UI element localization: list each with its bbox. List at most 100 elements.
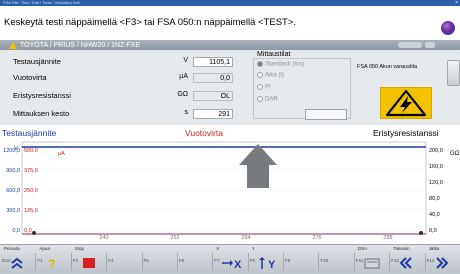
y-mid-tick-label: 375,0 <box>24 168 38 174</box>
toolbar-label: Peruuta <box>4 246 20 251</box>
cursor-y-icon: Y <box>258 257 280 271</box>
double-chevron-up-icon <box>10 257 24 271</box>
toolbar-button-double-chevron-right[interactable] <box>435 257 449 271</box>
toolbar-separator <box>141 253 143 271</box>
mode-radio-standard[interactable]: Standardi (Ins) <box>257 61 304 68</box>
chart-series-voltage-label: Testausjännite <box>2 128 57 138</box>
dsa-icon <box>364 258 380 271</box>
toolbar-key-label: F12 <box>391 258 399 263</box>
toolbar-key-label: F13 <box>426 258 435 263</box>
cursor-x-icon: X <box>222 259 244 271</box>
toolbar-button-help[interactable]: ? <box>45 257 61 271</box>
chart-y-right-ticks: 200,0 160,0 120,0 80,0 40,0 0,0 <box>429 148 443 234</box>
y-left-tick-label: 0,0 <box>12 228 20 234</box>
y-right-tick-label: 160,0 <box>429 164 443 170</box>
bosch-logo-icon <box>441 21 455 35</box>
toolbar-key-label: F10 <box>320 258 329 263</box>
toolbar-button-cursor-y[interactable]: Y <box>258 257 280 271</box>
help-icon: ? <box>45 257 61 271</box>
battery-status-label: FSA 050 Akun varaustila <box>357 64 417 70</box>
y-mid-tick-label: 500,0 <box>24 148 38 154</box>
toolbar-key-label: F6 <box>178 258 185 263</box>
toolbar-button-dsa[interactable] <box>364 257 380 271</box>
vehicle-bar-menu-icon[interactable] <box>425 42 435 48</box>
toolbar-label: Takaisin <box>393 246 410 251</box>
mode-radio-time[interactable]: Aika (t) <box>257 72 284 79</box>
toolbar-label: X <box>216 246 220 251</box>
toolbar-key-label: F11 <box>355 258 364 263</box>
x-tick-label: 264 <box>241 235 250 241</box>
y-left-tick-label: 300,0 <box>6 208 20 214</box>
high-voltage-warning-icon <box>380 87 432 119</box>
toolbar-label: DSA <box>357 246 368 251</box>
svg-text:Y: Y <box>268 259 276 269</box>
reading-value-resistance: OL <box>193 91 233 101</box>
x-tick-label: 276 <box>312 235 321 241</box>
chart-plot-frame <box>21 141 427 235</box>
radio-dot-icon <box>257 96 263 102</box>
stop-icon <box>81 258 97 271</box>
reading-value-voltage: 1105,1 <box>193 57 233 67</box>
double-chevron-right-icon <box>435 257 449 271</box>
x-tick-label: 240 <box>99 235 108 241</box>
toolbar-separator <box>283 253 285 271</box>
reading-label-voltage: Testausjännite <box>13 57 61 66</box>
toolbar-key-label: F7 <box>214 258 220 263</box>
y-right-tick-label: 80,0 <box>429 196 440 202</box>
instruction-text: Keskeytä testi näppäimellä <F3> tai FSA … <box>4 17 297 28</box>
toolbar-label: Y <box>251 246 255 251</box>
chart-series-leakage-label: Vuotovirta <box>185 128 223 138</box>
reading-unit-resistance: GΩ <box>177 91 188 98</box>
cursor-right-marker <box>419 231 423 235</box>
chart-unit-middle: µA <box>58 151 65 157</box>
reading-unit-leakage: µA <box>179 73 188 80</box>
toolbar-separator <box>106 253 108 271</box>
y-right-tick-label: 200,0 <box>429 148 443 154</box>
chart-x-ticks: 240 252 264 276 288 <box>99 235 392 241</box>
double-chevron-left-icon <box>399 257 413 271</box>
y-right-tick-label: 120,0 <box>429 180 443 186</box>
toolbar-button-stop[interactable] <box>81 257 97 271</box>
vehicle-info: TOYOTA / PRIUS / NHW20 / 1NZ-FXE <box>20 42 141 49</box>
mode-radio-pi[interactable]: PI <box>257 84 271 91</box>
y-mid-tick-label: 125,0 <box>24 208 38 214</box>
reading-unit-voltage: V <box>183 57 188 64</box>
toolbar-separator <box>353 253 355 271</box>
chart-y-left-ticks: 1200,0900,0600,0300,00,0 <box>3 148 20 234</box>
x-tick-label: 288 <box>383 235 392 241</box>
chart-unit-right: GΩ <box>450 151 460 157</box>
reading-label-duration: Mittauksen kesto <box>13 109 70 118</box>
warning-triangle-icon <box>9 42 17 49</box>
vehicle-bar-icon-group[interactable] <box>398 42 422 48</box>
reading-label-resistance: Eristysresistanssi <box>13 91 71 100</box>
toolbar-label: Apua <box>39 246 50 251</box>
reading-unit-duration: s <box>184 109 189 116</box>
battery-side-button[interactable] <box>447 60 460 86</box>
chart-area: 1200,0900,0600,0300,00,0 500,0375,0250,0… <box>3 141 460 241</box>
x-tick-label: 252 <box>170 235 179 241</box>
y-left-tick-label: 900,0 <box>6 168 20 174</box>
toolbar-button-double-chevron-left[interactable] <box>399 257 413 271</box>
toolbar-key-label: F1 <box>37 258 43 263</box>
y-right-tick-label: 40,0 <box>429 212 440 218</box>
toolbar-separator <box>424 253 426 271</box>
mode-radio-dar[interactable]: DAR <box>257 96 278 103</box>
toolbar-separator <box>35 253 37 271</box>
measurement-mode-title: Mittaustilat <box>257 51 291 58</box>
toolbar-label: Jatka <box>428 246 440 251</box>
radio-dot-icon <box>257 61 263 67</box>
toolbar-separator <box>70 253 72 271</box>
toolbar-separator <box>318 253 320 271</box>
toolbar-button-cursor-x[interactable]: X <box>222 257 244 271</box>
reading-value-leakage: 0,0 <box>193 73 233 83</box>
toolbar-key-label: F8 <box>249 258 255 263</box>
toolbar-separator <box>176 253 178 271</box>
radio-dot-icon <box>257 84 263 90</box>
svg-text:X: X <box>234 259 242 269</box>
toolbar-key-label: F5 <box>143 258 149 263</box>
y-right-tick-label: 0,0 <box>429 228 437 234</box>
chart-series-resistance-label: Eristysresistanssi <box>373 128 439 138</box>
y-left-tick-label: 600,0 <box>6 188 20 194</box>
toolbar-key-label: F3 <box>72 258 79 263</box>
toolbar-button-double-chevron-up[interactable] <box>10 257 24 271</box>
